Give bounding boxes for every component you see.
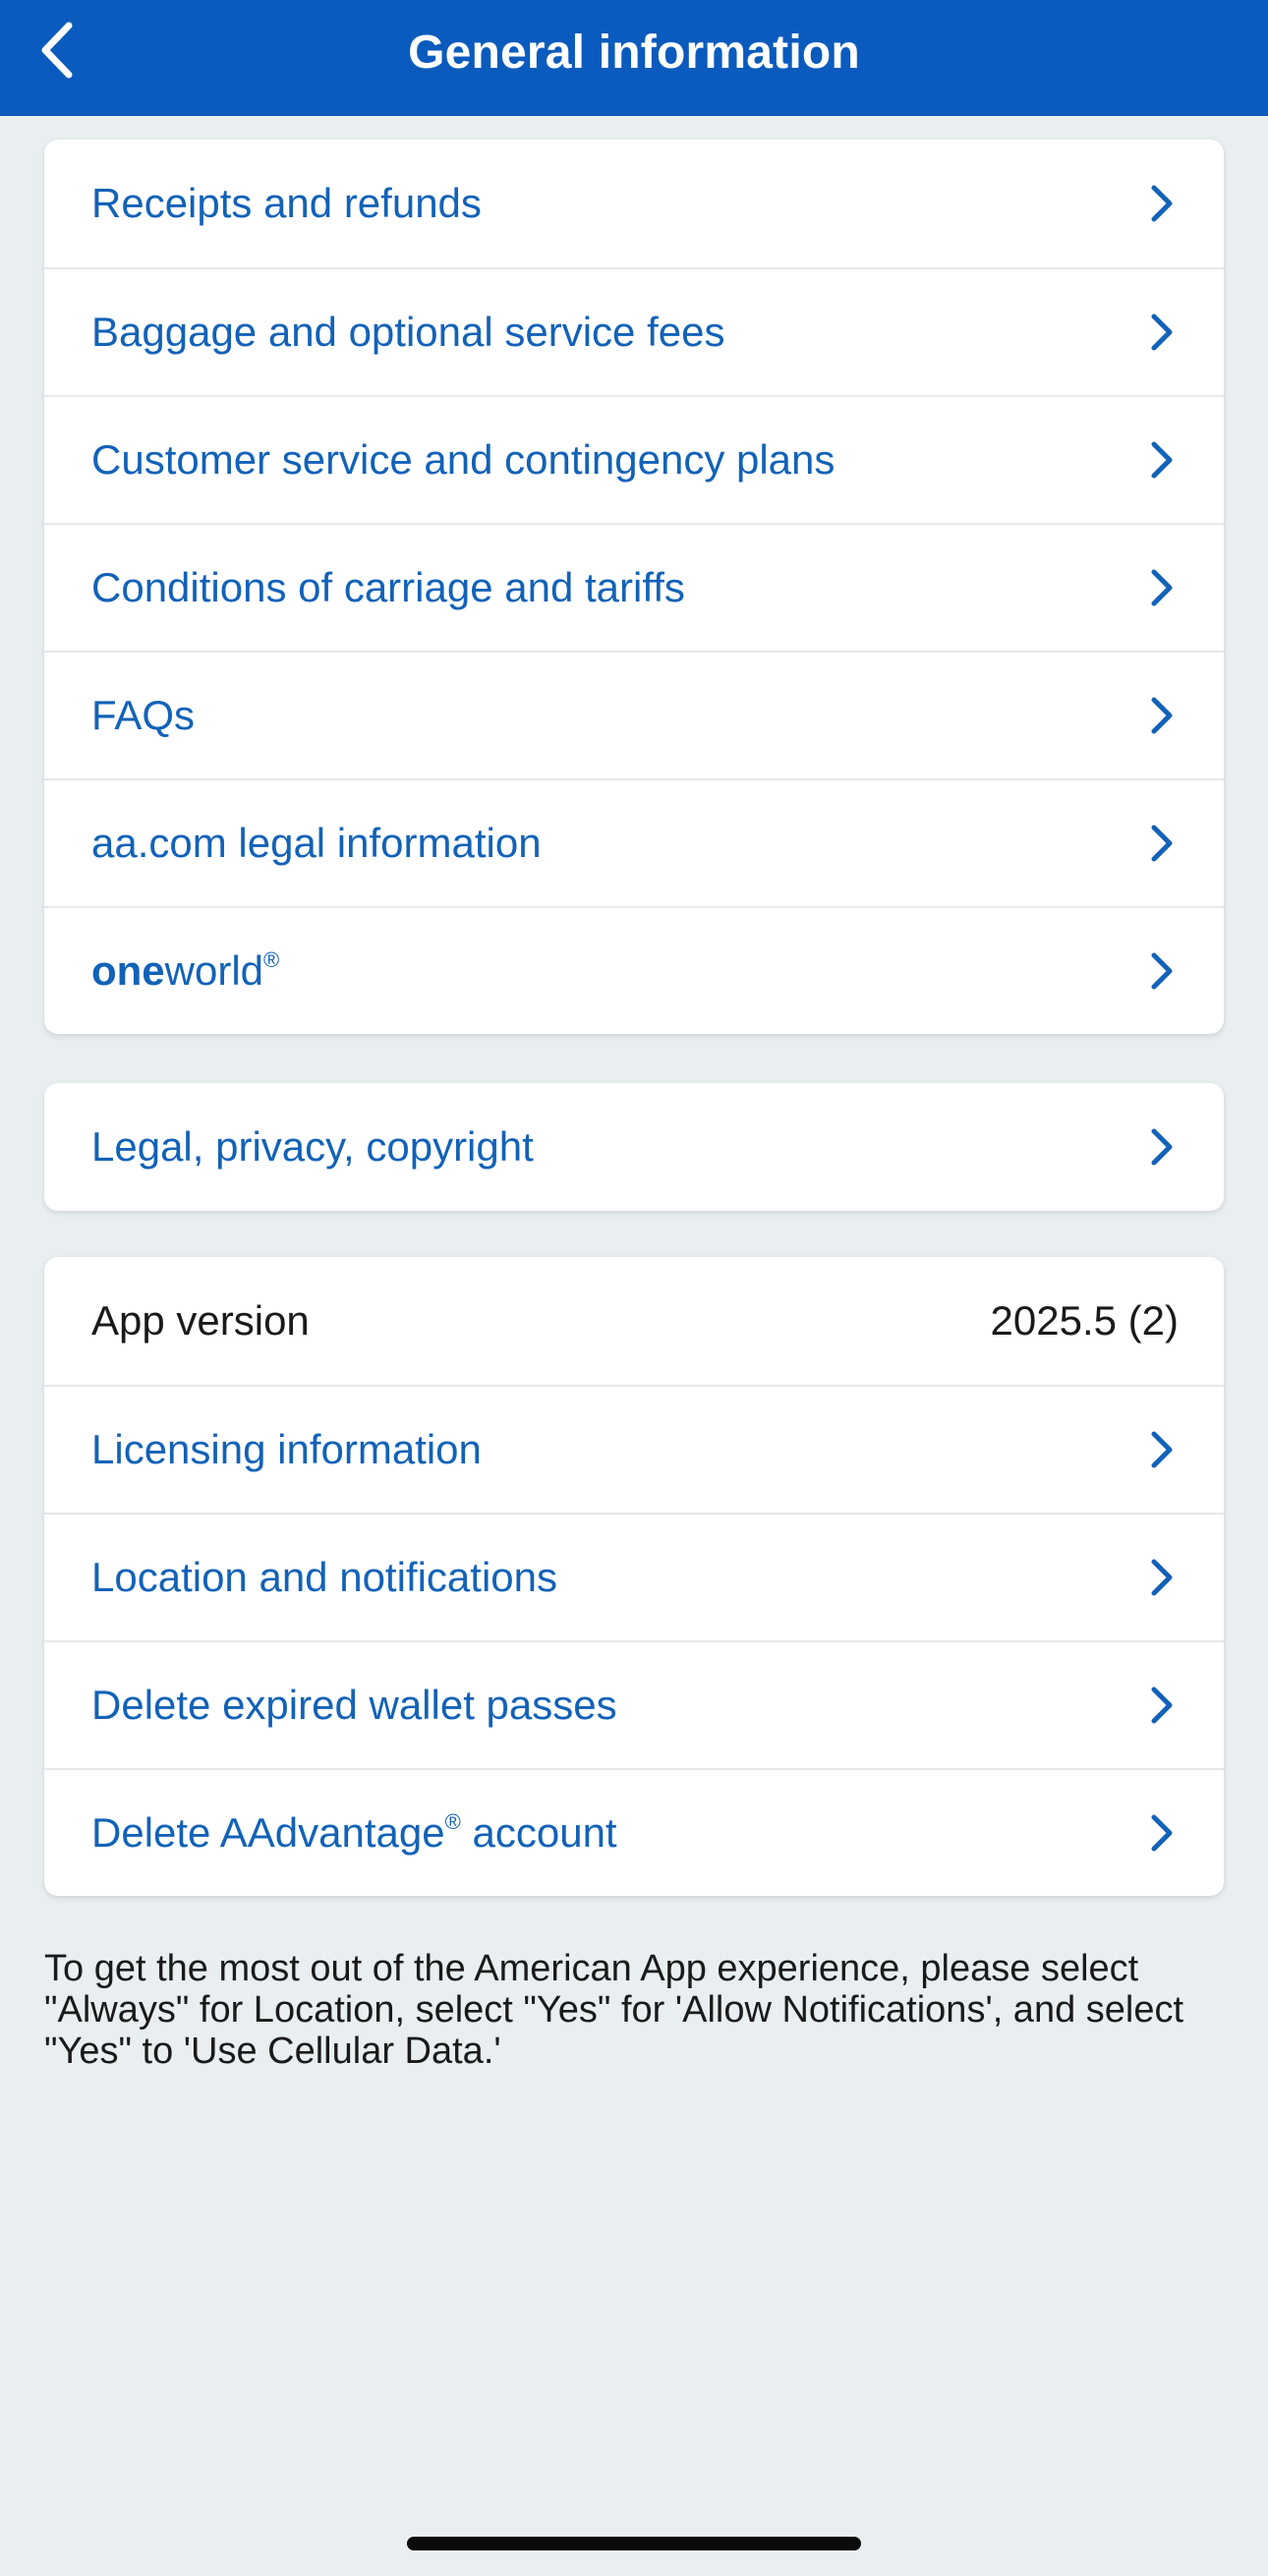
customer-service-link[interactable]: Customer service and contingency plans <box>44 395 1224 523</box>
row-label: Receipts and refunds <box>91 180 482 226</box>
row-label: FAQs <box>91 692 196 738</box>
licensing-information-link[interactable]: Licensing information <box>44 1385 1224 1513</box>
oneworld-link[interactable]: oneworld® <box>44 906 1224 1034</box>
row-label: aa.com legal information <box>91 820 542 866</box>
app-info-card: App version 2025.5 (2) Licensing informa… <box>44 1257 1224 1896</box>
chevron-right-icon <box>1145 949 1179 993</box>
chevron-right-icon <box>1145 694 1179 737</box>
delete-account-suffix: account <box>460 1809 617 1856</box>
oneworld-bold-part: one <box>91 947 165 994</box>
row-label: Conditions of carriage and tariffs <box>91 564 685 610</box>
faqs-link[interactable]: FAQs <box>44 651 1224 778</box>
chevron-right-icon <box>1145 1811 1179 1855</box>
general-links-card: Receipts and refunds Baggage and optiona… <box>44 140 1224 1034</box>
chevron-left-icon <box>41 22 73 79</box>
row-label: Customer service and contingency plans <box>91 436 836 483</box>
baggage-fees-link[interactable]: Baggage and optional service fees <box>44 267 1224 395</box>
chevron-right-icon <box>1145 182 1179 225</box>
app-version-label: App version <box>91 1297 310 1344</box>
app-version-row: App version 2025.5 (2) <box>44 1257 1224 1385</box>
legal-card: Legal, privacy, copyright <box>44 1083 1224 1211</box>
delete-wallet-passes-link[interactable]: Delete expired wallet passes <box>44 1640 1224 1768</box>
location-notifications-link[interactable]: Location and notifications <box>44 1513 1224 1640</box>
registered-mark: ® <box>263 947 280 972</box>
back-button[interactable] <box>28 16 86 85</box>
delete-aadvantage-account-link[interactable]: Delete AAdvantage® account <box>44 1768 1224 1896</box>
registered-mark: ® <box>444 1809 461 1834</box>
chevron-right-icon <box>1145 1125 1179 1169</box>
chevron-right-icon <box>1145 566 1179 609</box>
app-version-value: 2025.5 (2) <box>990 1297 1179 1344</box>
home-indicator[interactable] <box>407 2537 861 2550</box>
row-label: Legal, privacy, copyright <box>91 1123 534 1170</box>
legal-privacy-copyright-link[interactable]: Legal, privacy, copyright <box>44 1083 1224 1211</box>
oneworld-logo: oneworld® <box>91 947 279 995</box>
page-title: General information <box>408 26 860 79</box>
settings-note: To get the most out of the American App … <box>44 1948 1184 2072</box>
oneworld-regular-part: world <box>164 947 264 994</box>
row-label: Delete AAdvantage® account <box>91 1809 617 1857</box>
aa-legal-information-link[interactable]: aa.com legal information <box>44 778 1224 906</box>
chevron-right-icon <box>1145 1556 1179 1599</box>
row-label: Baggage and optional service fees <box>91 309 725 355</box>
delete-account-prefix: Delete AAdvantage <box>91 1809 445 1856</box>
chevron-right-icon <box>1145 438 1179 482</box>
row-label: Delete expired wallet passes <box>91 1682 617 1728</box>
top-bar: General information <box>0 0 1268 116</box>
receipts-refunds-link[interactable]: Receipts and refunds <box>44 140 1224 267</box>
chevron-right-icon <box>1145 1428 1179 1471</box>
row-label: Location and notifications <box>91 1554 557 1600</box>
conditions-of-carriage-link[interactable]: Conditions of carriage and tariffs <box>44 523 1224 651</box>
chevron-right-icon <box>1145 311 1179 354</box>
chevron-right-icon <box>1145 1684 1179 1727</box>
chevron-right-icon <box>1145 822 1179 865</box>
row-label: Licensing information <box>91 1426 482 1472</box>
